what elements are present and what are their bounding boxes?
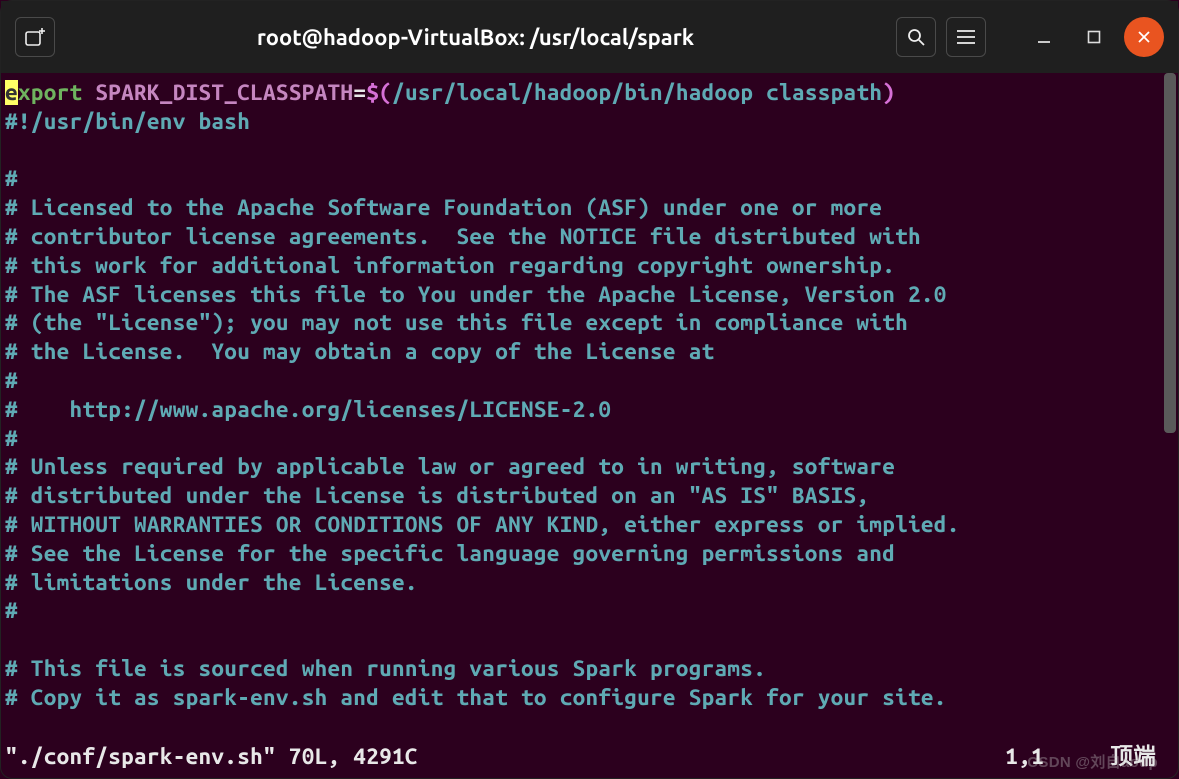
editor-line: # [5, 165, 1174, 194]
editor-line: # Copy it as spark-env.sh and edit that … [5, 684, 1174, 713]
command-sub-open: $( [366, 80, 392, 105]
editor-line: # Licensed to the Apache Software Founda… [5, 194, 1174, 223]
command-path: /usr/local/hadoop/bin/hadoop classpath [392, 80, 882, 105]
editor-line-export: export SPARK_DIST_CLASSPATH=$(/usr/local… [5, 79, 1174, 108]
editor-line: # Unless required by applicable law or a… [5, 453, 1174, 482]
editor-line: # The ASF licenses this file to You unde… [5, 281, 1174, 310]
status-corner: 顶端 [1110, 743, 1156, 772]
editor-line: # this work for additional information r… [5, 252, 1174, 281]
env-var-name: SPARK_DIST_CLASSPATH [95, 80, 353, 105]
editor-line: # (the "License"); you may not use this … [5, 309, 1174, 338]
minimize-button[interactable] [1024, 17, 1064, 57]
editor-line: # WITHOUT WARRANTIES OR CONDITIONS OF AN… [5, 511, 1174, 540]
window-title: root@hadoop-VirtualBox: /usr/local/spark [65, 25, 886, 50]
minimize-icon [1037, 30, 1051, 44]
editor-line: # [5, 367, 1174, 396]
editor-line: # the License. You may obtain a copy of … [5, 338, 1174, 367]
vim-status-line: "./conf/spark-env.sh" 70L, 4291C 1,1 顶端 [5, 743, 1174, 772]
close-button[interactable] [1124, 17, 1164, 57]
keyword-export: xport [18, 80, 95, 105]
maximize-icon [1087, 30, 1101, 44]
status-filename: "./conf/spark-env.sh" 70L, 4291C [5, 743, 418, 772]
editor-line [5, 626, 1174, 655]
editor-line [5, 137, 1174, 166]
editor-line: # [5, 597, 1174, 626]
editor-line: # http://www.apache.org/licenses/LICENSE… [5, 396, 1174, 425]
editor-line: # distributed under the License is distr… [5, 482, 1174, 511]
search-icon [907, 28, 925, 46]
search-button[interactable] [896, 17, 936, 57]
close-icon [1137, 30, 1151, 44]
titlebar: root@hadoop-VirtualBox: /usr/local/spark [1, 1, 1178, 73]
maximize-button[interactable] [1074, 17, 1114, 57]
new-tab-button[interactable] [15, 17, 55, 57]
editor-line: # See the License for the specific langu… [5, 540, 1174, 569]
command-sub-close: ) [882, 80, 895, 105]
terminal-editor-area[interactable]: export SPARK_DIST_CLASSPATH=$(/usr/local… [1, 73, 1178, 778]
editor-line: # [5, 425, 1174, 454]
new-tab-icon [25, 28, 45, 46]
editor-line: # contributor license agreements. See th… [5, 223, 1174, 252]
equals-sign: = [353, 80, 366, 105]
menu-button[interactable] [946, 17, 986, 57]
cursor-block: e [5, 80, 18, 105]
menu-icon [957, 30, 975, 44]
editor-line: # limitations under the License. [5, 569, 1174, 598]
scrollbar-thumb[interactable] [1164, 73, 1176, 433]
editor-line: #!/usr/bin/env bash [5, 108, 1174, 137]
editor-line: # This file is sourced when running vari… [5, 655, 1174, 684]
